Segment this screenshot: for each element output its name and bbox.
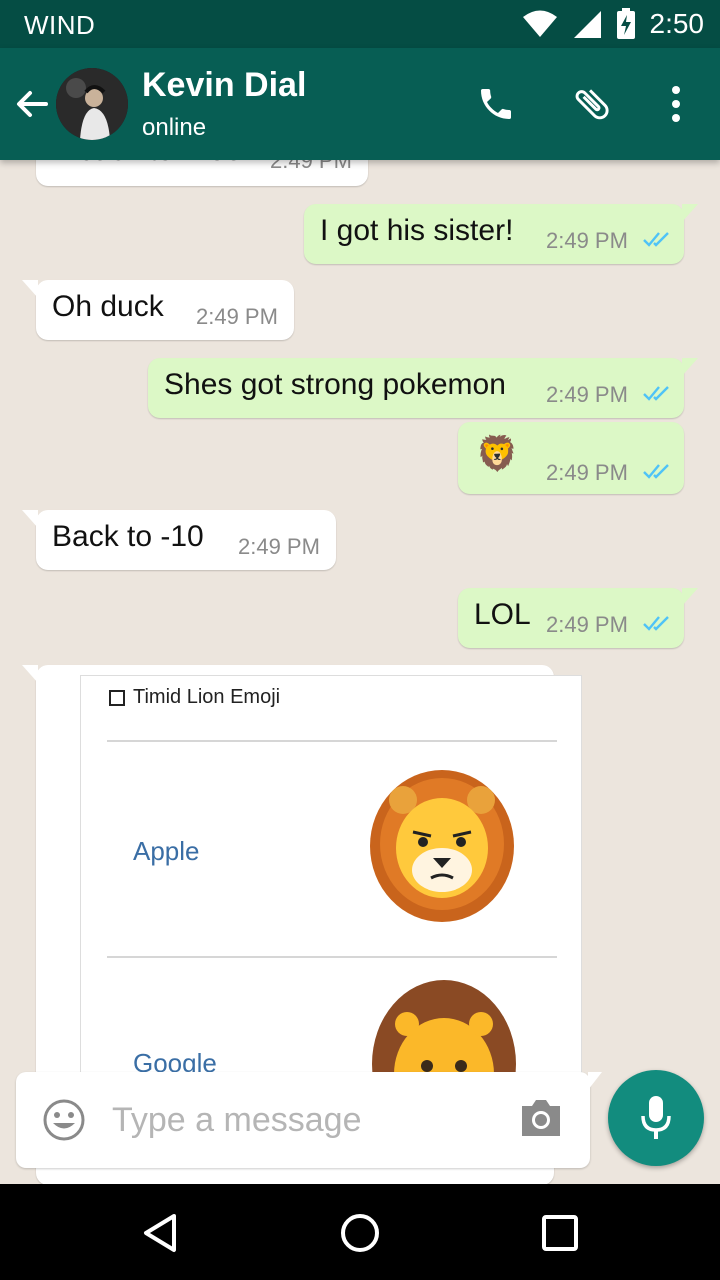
message-time: 2:49 PM [546,612,628,637]
vendor-label: Apple [133,836,200,866]
message-text: Oh duck [52,290,164,323]
image-divider [107,956,557,958]
bubble-tail [22,280,38,298]
message-composer [16,1072,602,1168]
read-receipt-icon [643,232,669,247]
image-title-text: Timid Lion Emoji [133,686,281,708]
message-time: 2:49 PM [546,460,628,485]
status-clock: 2:50 [649,8,705,39]
message-time: 2:49 PM [546,228,628,253]
bubble-tail [22,665,38,683]
emoji-icon[interactable] [42,1098,86,1142]
mic-icon [641,1096,671,1139]
camera-icon[interactable] [518,1098,564,1138]
bubble-tail [682,204,698,222]
bubble-tail [682,588,698,606]
contact-avatar[interactable] [56,68,128,140]
avatar-image [56,68,128,140]
shared-image[interactable]: Timid Lion Emoji Apple Google [80,675,582,1135]
contact-status: online [142,114,207,141]
phone-icon [481,89,511,119]
read-receipt-icon [643,616,669,631]
bubble-tail [22,510,38,528]
message-text: I got his sister! [320,214,514,247]
message-bubble-outgoing[interactable]: 🦁 2:49 PM [458,422,684,494]
message-bubble-incoming[interactable]: Back to -10 2:49 PM [22,510,336,570]
message-text: Shes got strong pokemon [164,368,506,401]
status-bar: WIND 2:50 [0,0,720,48]
message-time: 2:49 PM [196,304,278,329]
composer-tail [588,1072,602,1090]
read-receipt-icon [643,386,669,401]
chat-header: Kevin Dial online [0,48,720,160]
bubble-tail [682,358,698,376]
nav-back-icon[interactable] [136,1208,186,1258]
message-emoji: 🦁 [476,435,519,473]
paperclip-icon [575,89,609,120]
status-icons: 2:50 [522,6,705,42]
message-bubble-incoming[interactable]: Oh duck 2:49 PM [22,280,294,340]
attach-button[interactable] [568,80,616,128]
message-text: LOL [474,598,531,631]
carrier-name: WIND [24,10,96,40]
message-input[interactable] [112,1094,492,1146]
system-navigation-bar [0,1184,720,1280]
back-arrow-icon[interactable] [12,84,52,124]
nav-recents-icon[interactable] [535,1208,585,1258]
signal-icon [573,11,601,38]
nav-home-icon[interactable] [335,1208,385,1258]
call-button[interactable] [472,80,520,128]
more-vert-icon [672,86,680,122]
image-title: Timid Lion Emoji [109,686,280,709]
message-text: Back to -10 [52,520,204,553]
more-options-button[interactable] [652,80,700,128]
message-time: 2:49 PM [238,534,320,559]
read-receipt-icon [643,464,669,479]
voice-record-button[interactable] [608,1070,704,1166]
message-time: 2:49 PM [546,382,628,407]
lion-face-apple-icon [370,770,514,922]
checkbox-icon [109,689,125,706]
battery-charging-icon [616,8,635,39]
image-divider [107,740,557,742]
message-bubble-outgoing[interactable]: Shes got strong pokemon 2:49 PM [148,358,698,418]
message-time: 2:49 PM [270,160,352,173]
contact-name[interactable]: Kevin Dial [142,66,306,105]
message-bubble-outgoing[interactable]: I got his sister! 2:49 PM [304,204,698,264]
message-text: ...back to -100 [52,160,242,168]
message-bubble-incoming[interactable]: ...back to -100 2:49 PM [36,160,368,186]
message-bubble-outgoing[interactable]: LOL 2:49 PM [458,588,698,648]
message-list[interactable]: ...back to -100 2:49 PM I got his sister… [0,160,720,1184]
wifi-icon [522,10,557,37]
